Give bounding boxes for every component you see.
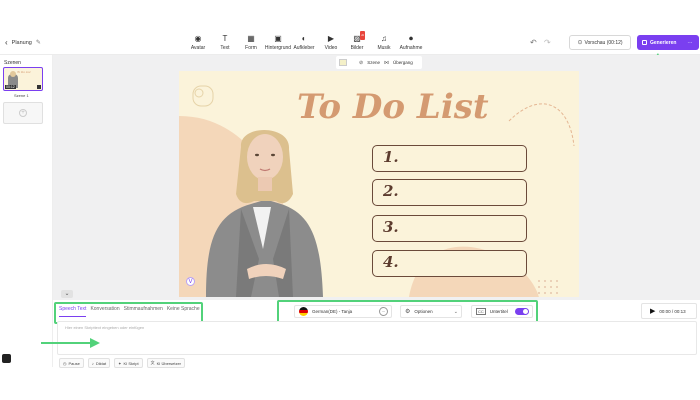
preview-button[interactable]: ⊙ Vorschau (00:12) — [569, 35, 631, 50]
generate-button[interactable]: Generieren ··· — [637, 35, 699, 50]
preview-label: Vorschau (00:12) — [584, 39, 623, 46]
dictate-chip[interactable]: ♪ Diktat — [87, 358, 111, 368]
generate-label: Generieren — [650, 39, 677, 46]
back-nav[interactable]: ‹ Planung ✎ — [5, 38, 41, 47]
add-scene-button[interactable]: + — [3, 102, 43, 124]
image-icon: ▨ AI — [353, 31, 366, 43]
todo-item-1[interactable]: 1. — [372, 145, 527, 172]
project-name: Planung — [11, 39, 32, 46]
clock-icon: ◷ — [63, 360, 67, 366]
record-icon: ⏺ — [409, 34, 413, 43]
play-circle-icon: ⊙ — [577, 40, 583, 46]
tool-label: Bilder — [350, 45, 364, 51]
scene-duration: 00:12 — [5, 85, 16, 89]
scene-label: Szene 1 — [14, 93, 29, 98]
shapes-icon: ▦ — [247, 34, 255, 43]
tool-label: Musik — [377, 45, 391, 51]
music-icon: ♫ — [381, 34, 387, 43]
plus-icon: + — [19, 109, 27, 117]
edit-icon[interactable]: ✎ — [36, 39, 41, 46]
background-icon: ▣ — [274, 34, 282, 43]
ai-script-chip[interactable]: ✦ KI Skript — [114, 358, 143, 368]
slide-canvas[interactable]: To Do List 1. 2. 3. 4. V — [179, 71, 579, 297]
todo-item-4[interactable]: 4. — [372, 250, 527, 277]
annotation-arrow-right — [41, 338, 100, 348]
play-icon[interactable]: ▶ — [650, 307, 655, 315]
script-input[interactable]: Hier einen Skripttext eingeben oder einf… — [57, 321, 697, 355]
top-toolbar: ‹ Planung ✎ ◉ Avatar T Text ▦ Form ▣ Hintergrun… — [0, 0, 700, 55]
scenes-panel: Szenen To Do List 00:12 Szene 1 + — [0, 55, 53, 367]
playback-control[interactable]: ▶ 00:00 / 00:13 — [641, 303, 697, 319]
save-icon — [642, 40, 647, 45]
color-swatch[interactable] — [339, 59, 347, 66]
translate-icon: 文 — [150, 360, 155, 365]
todo-item-3[interactable]: 3. — [372, 215, 527, 242]
transition-icon: ⋈ — [383, 59, 389, 66]
collapse-chevron-icon[interactable]: ⌄ — [61, 290, 73, 298]
ai-translator-chip[interactable]: 文 KI Übersetzer — [146, 358, 186, 368]
tool-label: Aufnahme — [399, 45, 423, 51]
pause-chip[interactable]: ◷ Pause — [59, 358, 84, 368]
tool-record[interactable]: ⏺ Aufnahme — [391, 34, 431, 51]
script-placeholder: Hier einen Skripttext eingeben oder einf… — [65, 325, 145, 330]
tool-label: Video — [324, 45, 338, 51]
todo-item-2[interactable]: 2. — [372, 179, 527, 206]
mic-icon: ♪ — [91, 360, 94, 366]
text-icon: T — [222, 34, 228, 43]
tool-label: Text — [220, 45, 230, 51]
scene-icon: ⊘ — [359, 59, 364, 66]
redo-icon[interactable]: ↷ — [544, 38, 551, 47]
undo-icon[interactable]: ↶ — [530, 38, 537, 47]
tool-label: Form — [245, 45, 257, 51]
playback-time: 00:00 / 00:13 — [659, 308, 686, 314]
script-tools: ◷ Pause ♪ Diktat ✦ KI Skript 文 KI Übersetzer — [59, 358, 186, 368]
chevron-left-icon[interactable]: ‹ — [5, 38, 8, 47]
scene-thumb[interactable]: To Do List 00:12 — [3, 67, 43, 91]
tool-label: Avatar — [190, 45, 206, 51]
chat-icon[interactable] — [2, 354, 11, 363]
sticker-icon: ◐ — [301, 34, 307, 43]
scene-button[interactable]: Szene — [367, 60, 380, 65]
brand-logo-icon: V — [186, 277, 195, 286]
ai-icon: ✦ — [118, 360, 122, 366]
avatar-icon: ◉ — [194, 34, 202, 43]
delete-icon[interactable] — [37, 85, 41, 89]
video-icon: ▶ — [327, 34, 335, 43]
scenes-title: Szenen — [4, 60, 21, 66]
canvas-toolbar: ⊘ Szene ⋈ Übergang — [336, 56, 422, 69]
avatar-presenter[interactable] — [191, 119, 331, 297]
transition-button[interactable]: Übergang — [393, 60, 413, 65]
more-icon[interactable]: ··· — [687, 40, 692, 46]
